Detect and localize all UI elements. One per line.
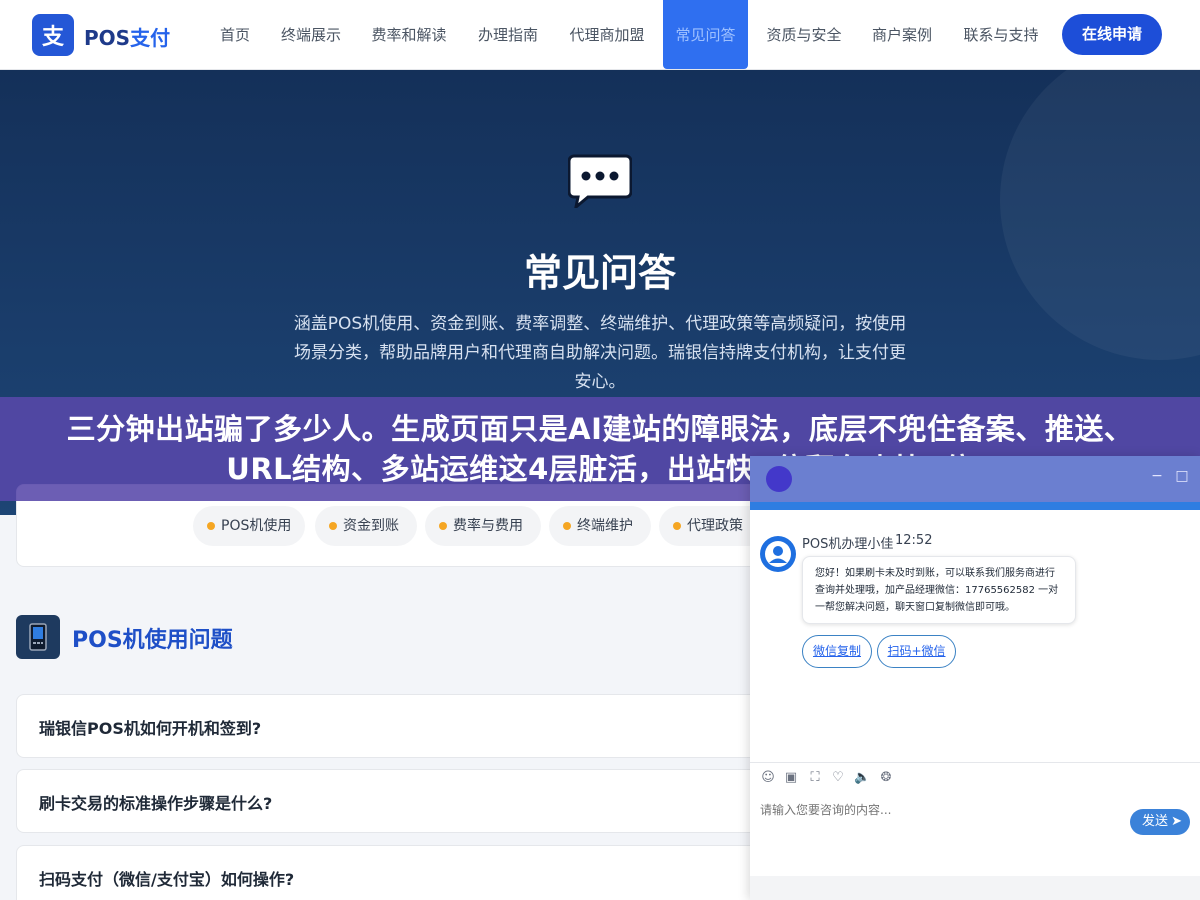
category-pill-label: 费率与费用 xyxy=(453,518,523,534)
chat-divider xyxy=(750,762,1200,763)
category-pill-maintenance[interactable]: 终端维护 xyxy=(549,506,651,546)
section-title: POS机使用问题 xyxy=(72,628,233,653)
send-arrow-icon: ➤ xyxy=(1171,814,1182,829)
bullet-dot-icon xyxy=(439,522,447,530)
faq-item[interactable]: 瑞银信POS机如何开机和签到? xyxy=(16,694,776,758)
agent-name: POS机办理小佳 xyxy=(802,537,894,552)
category-pill-fees[interactable]: 费率与费用 xyxy=(425,506,541,546)
mute-icon[interactable]: 🔈 xyxy=(854,770,870,786)
chat-accent-strip xyxy=(750,502,1200,510)
site-header: 支 POS支付 首页 终端展示 费率和解读 办理指南 代理商加盟 常见问答 资质… xyxy=(0,0,1200,70)
chat-message: 您好！如果刷卡未及时到账，可以联系我们服务商进行查询并处理哦，加产品经理微信：1… xyxy=(802,556,1076,624)
bullet-dot-icon xyxy=(207,522,215,530)
chat-widget: − □ POS机办理小佳 12:52 您好！如果刷卡未及时到账，可以联系我们服务… xyxy=(750,456,1200,900)
nav-item-faq[interactable]: 常见问答 xyxy=(663,0,748,69)
message-time: 12:52 xyxy=(895,533,933,548)
nav-item-rates[interactable]: 费率和解读 xyxy=(364,0,454,70)
wechat-icon[interactable]: ❂ xyxy=(878,770,894,786)
logo-icon[interactable]: 支 xyxy=(32,14,74,56)
faq-question: 瑞银信POS机如何开机和签到? xyxy=(39,719,262,738)
nav-item-guide[interactable]: 办理指南 xyxy=(470,0,546,70)
bullet-dot-icon xyxy=(329,522,337,530)
scan-wechat-button[interactable]: 扫码+微信 xyxy=(877,635,956,668)
nav-item-terminals[interactable]: 终端展示 xyxy=(274,0,348,70)
copy-wechat-button[interactable]: 微信复制 xyxy=(802,635,872,668)
logo-suffix: 支付 xyxy=(130,26,171,50)
agent-avatar xyxy=(760,536,796,572)
faq-item[interactable]: 刷卡交易的标准操作步骤是什么? xyxy=(16,769,776,833)
nav-item-agent[interactable]: 代理商加盟 xyxy=(562,0,652,70)
send-label: 发送 xyxy=(1142,814,1169,829)
chat-dots-icon xyxy=(568,154,632,208)
category-pill-label: 代理政策 xyxy=(687,518,743,534)
bullet-dot-icon xyxy=(563,522,571,530)
hero-description: 涵盖POS机使用、资金到账、费率调整、终端维护、代理政策等高频疑问，按使用场景分… xyxy=(293,314,907,392)
pos-terminal-icon xyxy=(16,615,60,659)
chat-message-input[interactable] xyxy=(760,798,1120,822)
page-title: 常见问答 xyxy=(523,251,676,295)
chat-header: − □ xyxy=(750,456,1200,502)
nav-item-contact[interactable]: 联系与支持 xyxy=(956,0,1046,70)
category-pill-pos-usage[interactable]: POS机使用 xyxy=(193,506,305,546)
apply-online-button[interactable]: 在线申请 xyxy=(1062,14,1162,55)
minimize-icon[interactable]: − xyxy=(1147,466,1167,486)
rating-icon[interactable]: ♡ xyxy=(830,770,846,786)
bullet-dot-icon xyxy=(673,522,681,530)
faq-question: 刷卡交易的标准操作步骤是什么? xyxy=(39,794,273,813)
nav-item-cases[interactable]: 商户案例 xyxy=(864,0,940,70)
faq-question: 扫码支付（微信/支付宝）如何操作? xyxy=(39,870,295,889)
screenshot-icon[interactable]: ⛶ xyxy=(807,770,823,786)
category-pill-label: 资金到账 xyxy=(343,518,399,534)
category-pill-label: POS机使用 xyxy=(221,518,292,534)
category-pill-settlement[interactable]: 资金到账 xyxy=(315,506,417,546)
emoji-icon[interactable]: ☺ xyxy=(760,770,776,786)
faq-item[interactable]: 扫码支付（微信/支付宝）如何操作? xyxy=(16,845,776,900)
chat-footer xyxy=(750,876,1200,900)
chat-header-avatar xyxy=(766,466,792,492)
send-button[interactable]: 发送 ➤ xyxy=(1130,809,1190,835)
decorative-circle xyxy=(1000,70,1200,360)
nav-item-security[interactable]: 资质与安全 xyxy=(760,0,848,70)
maximize-icon[interactable]: □ xyxy=(1172,466,1192,486)
nav-item-home[interactable]: 首页 xyxy=(206,0,264,70)
logo-text[interactable]: POS支付 xyxy=(84,22,170,51)
logo-pos: POS xyxy=(84,26,131,50)
category-pill-label: 终端维护 xyxy=(577,518,633,534)
image-icon[interactable]: ▣ xyxy=(783,770,799,786)
